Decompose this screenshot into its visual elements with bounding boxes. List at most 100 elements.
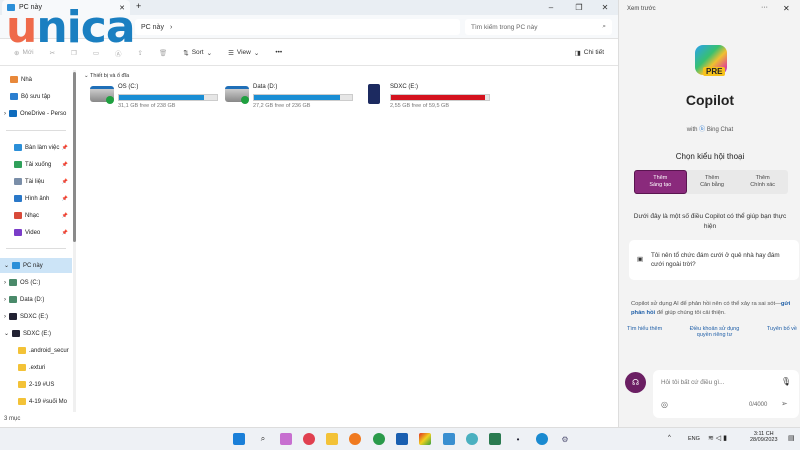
sidebar-item-icon (14, 161, 22, 168)
sidebar-item-icon (10, 76, 18, 83)
mode-option[interactable]: Thêm Sáng tạo (634, 170, 687, 194)
view-button[interactable]: ☰ View ⌄ (220, 49, 267, 57)
drive-item[interactable]: SDXC (E:) 2,55 GB free of 59,5 GB (362, 84, 497, 114)
mode-option[interactable]: Thêm Cân bằng (687, 170, 738, 194)
sidebar-item[interactable]: ⌄ PC này (0, 258, 72, 273)
drive-usage-bar (118, 94, 218, 101)
word-icon[interactable] (396, 433, 408, 445)
sidebar-scroll-thumb[interactable] (73, 72, 76, 242)
mode-bottom: Cân bằng (700, 182, 724, 188)
statement-link[interactable]: Tuyên bố về (767, 326, 797, 338)
more-button[interactable]: ••• (267, 49, 290, 56)
chevron-right-icon[interactable]: › (170, 24, 172, 31)
sort-icon: ⇅ (183, 49, 189, 57)
sidebar-item[interactable]: Tải xuống 📌 (0, 157, 72, 172)
group-header[interactable]: ⌄ Thiết bị và ổ đĩa (84, 73, 129, 79)
sidebar-item-label: Nhạc (25, 212, 40, 219)
sidebar-item[interactable]: › OneDrive - Perso (0, 106, 72, 121)
more-options-button[interactable]: ··· (761, 4, 768, 11)
language-indicator[interactable]: ENG (688, 436, 700, 442)
details-pane-icon: ◨ (574, 49, 581, 57)
app-icon[interactable] (489, 433, 501, 445)
divider (6, 130, 66, 131)
close-window-button[interactable]: ✕ (594, 0, 616, 14)
sort-button[interactable]: ⇅ Sort ⌄ (175, 49, 220, 57)
chrome-icon[interactable] (373, 433, 385, 445)
sidebar-item[interactable]: Bàn làm việc 📌 (0, 140, 72, 155)
view-icon: ☰ (228, 49, 234, 57)
notification-icon[interactable]: ▤ (788, 434, 795, 442)
copilot-pane: Xem trước ··· ✕ PRE Copilot with ⓑ Bing … (618, 0, 800, 427)
sidebar-item-label: Tải xuống (25, 161, 52, 168)
app-icon[interactable] (303, 433, 315, 445)
microphone-icon[interactable]: 🎙 (781, 377, 791, 386)
sidebar-item[interactable]: Bộ sưu tập (0, 89, 72, 104)
app-icon[interactable]: • (512, 433, 524, 445)
expand-chevron-icon[interactable]: › (4, 111, 6, 117)
file-explorer-icon[interactable] (326, 433, 338, 445)
search-icon[interactable]: ⌕ (257, 433, 269, 445)
drive-name: SDXC (E:) (390, 84, 419, 90)
divider (6, 248, 66, 249)
firefox-icon[interactable] (349, 433, 361, 445)
learn-more-link[interactable]: Tìm hiểu thêm (627, 326, 662, 338)
breadcrumb-pc-nay[interactable]: PC này (141, 24, 164, 31)
details-button[interactable]: ◨ Chi tiết (567, 49, 612, 57)
sidebar-item[interactable]: Hình ảnh 📌 (0, 191, 72, 206)
sidebar-item[interactable]: › OS (C:) (0, 275, 72, 290)
sidebar-item-label: SDXC (E:) (23, 330, 52, 337)
minimize-button[interactable]: – (540, 0, 562, 14)
send-icon[interactable]: ➢ (781, 399, 788, 408)
expand-chevron-icon[interactable]: › (4, 280, 6, 286)
start-icon[interactable] (233, 433, 245, 445)
mode-bottom: Chính xác (750, 182, 776, 188)
sidebar-item[interactable]: ⌄ SDXC (E:) (0, 326, 72, 341)
terms-link[interactable]: Điều khoản sử dụng quyền riêng tư (683, 326, 747, 338)
drive-item[interactable]: Data (D:) 27,2 GB free of 236 GB (225, 84, 360, 114)
delete-button[interactable]: 🗑 (151, 49, 175, 57)
app-icon[interactable] (419, 433, 431, 445)
suggestion-card[interactable]: ▣ Tôi nên tổ chức đám cưới ở quê nhà hay … (629, 240, 799, 280)
pin-icon: 📌 (61, 212, 68, 219)
sidebar-item[interactable]: Nhà (0, 72, 72, 87)
expand-chevron-icon[interactable]: ⌄ (4, 262, 9, 269)
search-input[interactable]: Tìm kiếm trong PC này ⌕ (465, 19, 612, 35)
sidebar-item[interactable]: Video 📌 (0, 225, 72, 240)
settings-icon[interactable]: ⚙ (559, 433, 571, 445)
close-copilot-button[interactable]: ✕ (783, 4, 790, 13)
sidebar-item-label: Nhà (21, 76, 33, 83)
new-tab-button[interactable]: + (136, 1, 141, 11)
app-icon[interactable] (466, 433, 478, 445)
chat-input[interactable]: Hỏi tôi bất cứ điều gì... 🎙 ◎ 0/4000 ➢ (653, 370, 799, 418)
sidebar-item-label: 4-19 #suối Mo (29, 398, 68, 405)
expand-chevron-icon[interactable]: › (4, 297, 6, 303)
sidebar-item-icon (14, 195, 22, 202)
clock[interactable]: 3:11 CH 28/09/2023 (750, 431, 778, 443)
restore-button[interactable]: ❐ (568, 0, 590, 14)
sidebar-item[interactable]: .android_secur (0, 343, 72, 358)
copilot-taskbar-icon[interactable] (280, 433, 292, 445)
sidebar-item[interactable]: 4-19 #suối Mo (0, 394, 72, 409)
sidebar-item[interactable]: .exturi (0, 360, 72, 375)
share-icon: ⇪ (137, 49, 143, 57)
screenshot-icon[interactable]: ◎ (661, 400, 668, 409)
sidebar-item[interactable]: Tài liệu 📌 (0, 174, 72, 189)
pin-icon: 📌 (61, 178, 68, 185)
sidebar-item-label: OS (C:) (20, 279, 41, 286)
sidebar-item[interactable]: › SDXC (E:) (0, 309, 72, 324)
mode-option[interactable]: Thêm Chính xác (737, 170, 788, 194)
edge-icon[interactable] (536, 433, 548, 445)
new-topic-button[interactable]: ☊ (625, 372, 646, 393)
expand-chevron-icon[interactable]: ⌄ (4, 330, 9, 337)
sidebar-item[interactable]: Nhạc 📌 (0, 208, 72, 223)
sidebar-item[interactable]: 2-19 #US (0, 377, 72, 392)
expand-chevron-icon[interactable]: › (4, 314, 6, 320)
notepad-icon[interactable] (443, 433, 455, 445)
search-icon: ⌕ (602, 23, 606, 30)
wifi-volume-battery-icons[interactable]: ≋ ◁ ▮ (708, 434, 727, 442)
mode-top: Thêm (704, 174, 720, 181)
drive-item[interactable]: OS (C:) 31,1 GB free of 238 GB (90, 84, 225, 114)
address-bar[interactable]: PC này › (135, 19, 460, 35)
chevron-up-icon[interactable]: ^ (668, 435, 671, 441)
sidebar-item[interactable]: › Data (D:) (0, 292, 72, 307)
